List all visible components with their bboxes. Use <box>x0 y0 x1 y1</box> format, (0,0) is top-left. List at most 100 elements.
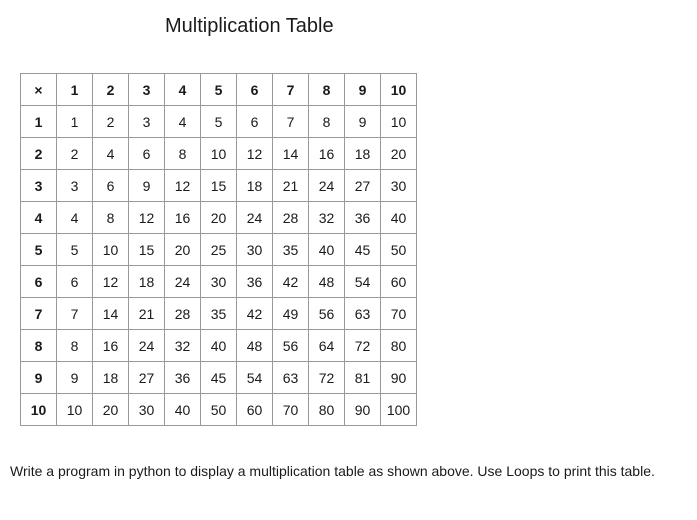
table-cell: 56 <box>309 298 345 330</box>
table-cell: 40 <box>165 394 201 426</box>
table-cell: 1 <box>57 106 93 138</box>
table-cell: 72 <box>309 362 345 394</box>
table-cell: 40 <box>201 330 237 362</box>
row-header: 9 <box>21 362 57 394</box>
table-cell: 45 <box>201 362 237 394</box>
table-cell: 2 <box>57 138 93 170</box>
table-cell: 8 <box>165 138 201 170</box>
table-cell: 24 <box>165 266 201 298</box>
table-cell: 20 <box>93 394 129 426</box>
table-cell: 12 <box>93 266 129 298</box>
table-row: 99182736455463728190 <box>21 362 417 394</box>
table-cell: 8 <box>93 202 129 234</box>
table-row: 22468101214161820 <box>21 138 417 170</box>
table-cell: 6 <box>93 170 129 202</box>
table-cell: 24 <box>129 330 165 362</box>
table-row: 77142128354249566370 <box>21 298 417 330</box>
table-row: 55101520253035404550 <box>21 234 417 266</box>
table-cell: 54 <box>237 362 273 394</box>
table-cell: 18 <box>237 170 273 202</box>
row-header: 7 <box>21 298 57 330</box>
table-cell: 8 <box>309 106 345 138</box>
row-header: 5 <box>21 234 57 266</box>
table-cell: 15 <box>201 170 237 202</box>
table-cell: 25 <box>201 234 237 266</box>
table-cell: 7 <box>57 298 93 330</box>
table-cell: 10 <box>381 106 417 138</box>
row-header: 1 <box>21 106 57 138</box>
table-cell: 50 <box>381 234 417 266</box>
table-cell: 4 <box>165 106 201 138</box>
table-cell: 100 <box>381 394 417 426</box>
table-cell: 20 <box>381 138 417 170</box>
table-cell: 42 <box>237 298 273 330</box>
table-cell: 6 <box>129 138 165 170</box>
table-row: 112345678910 <box>21 106 417 138</box>
table-cell: 48 <box>309 266 345 298</box>
table-cell: 21 <box>273 170 309 202</box>
col-header: 6 <box>237 74 273 106</box>
table-cell: 4 <box>57 202 93 234</box>
table-cell: 20 <box>165 234 201 266</box>
table-cell: 35 <box>273 234 309 266</box>
col-header: 7 <box>273 74 309 106</box>
col-header: 4 <box>165 74 201 106</box>
table-cell: 21 <box>129 298 165 330</box>
table-cell: 54 <box>345 266 381 298</box>
table-cell: 36 <box>345 202 381 234</box>
table-cell: 48 <box>237 330 273 362</box>
table-cell: 90 <box>381 362 417 394</box>
table-cell: 9 <box>345 106 381 138</box>
table-cell: 18 <box>93 362 129 394</box>
table-cell: 16 <box>93 330 129 362</box>
table-cell: 63 <box>273 362 309 394</box>
table-cell: 56 <box>273 330 309 362</box>
table-cell: 12 <box>237 138 273 170</box>
table-cell: 70 <box>273 394 309 426</box>
table-cell: 28 <box>165 298 201 330</box>
col-header: 5 <box>201 74 237 106</box>
table-cell: 16 <box>165 202 201 234</box>
table-cell: 60 <box>381 266 417 298</box>
table-cell: 40 <box>309 234 345 266</box>
row-header: 4 <box>21 202 57 234</box>
table-row: 4481216202428323640 <box>21 202 417 234</box>
table-cell: 9 <box>129 170 165 202</box>
multiplication-table: × 12345678910 11234567891022468101214161… <box>20 73 417 426</box>
table-cell: 8 <box>57 330 93 362</box>
table-cell: 14 <box>93 298 129 330</box>
row-header: 10 <box>21 394 57 426</box>
table-corner: × <box>21 74 57 106</box>
table-cell: 49 <box>273 298 309 330</box>
table-cell: 30 <box>237 234 273 266</box>
table-cell: 32 <box>165 330 201 362</box>
table-cell: 80 <box>309 394 345 426</box>
col-header: 3 <box>129 74 165 106</box>
table-cell: 10 <box>201 138 237 170</box>
table-cell: 18 <box>129 266 165 298</box>
table-cell: 45 <box>345 234 381 266</box>
table-cell: 3 <box>129 106 165 138</box>
page-title: Multiplication Table <box>165 15 687 38</box>
table-cell: 12 <box>129 202 165 234</box>
table-cell: 42 <box>273 266 309 298</box>
table-cell: 40 <box>381 202 417 234</box>
instruction-text: Write a program in python to display a m… <box>10 461 687 482</box>
table-header-row: × 12345678910 <box>21 74 417 106</box>
table-cell: 63 <box>345 298 381 330</box>
table-cell: 30 <box>381 170 417 202</box>
table-cell: 36 <box>165 362 201 394</box>
table-cell: 30 <box>129 394 165 426</box>
table-cell: 15 <box>129 234 165 266</box>
table-cell: 81 <box>345 362 381 394</box>
table-cell: 5 <box>57 234 93 266</box>
table-cell: 80 <box>381 330 417 362</box>
table-cell: 6 <box>57 266 93 298</box>
col-header: 8 <box>309 74 345 106</box>
table-cell: 30 <box>201 266 237 298</box>
table-row: 10102030405060708090100 <box>21 394 417 426</box>
table-cell: 32 <box>309 202 345 234</box>
table-cell: 24 <box>309 170 345 202</box>
table-row: 66121824303642485460 <box>21 266 417 298</box>
table-cell: 3 <box>57 170 93 202</box>
